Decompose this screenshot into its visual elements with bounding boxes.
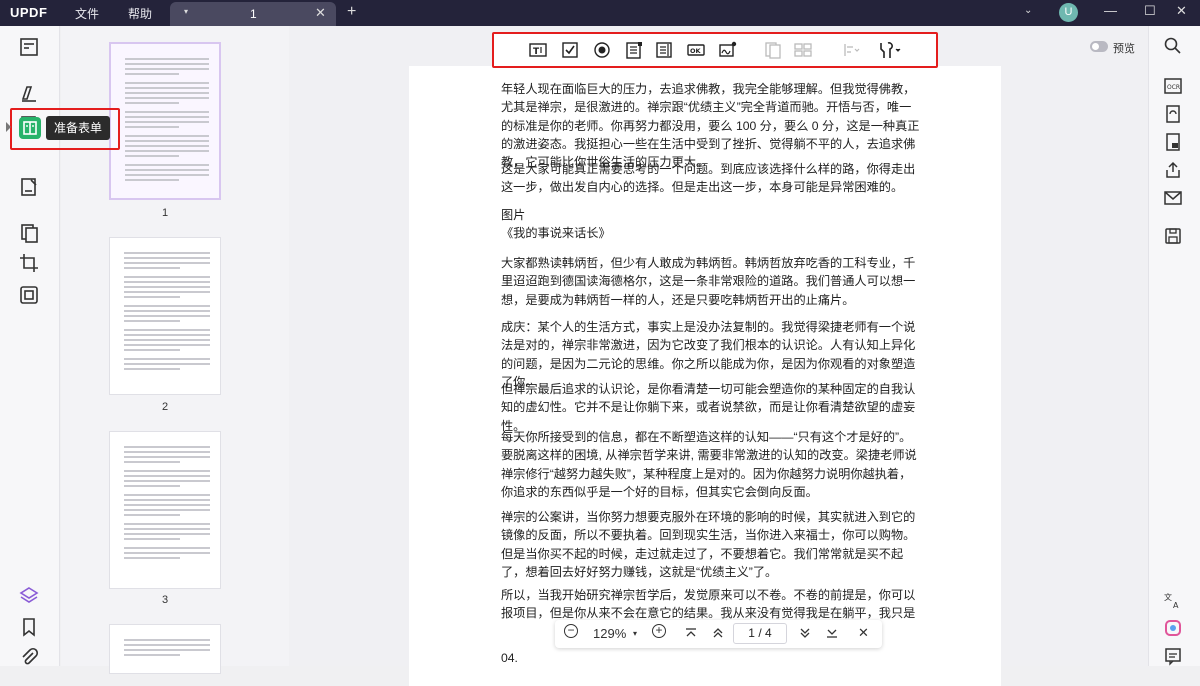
maximize-button[interactable]: ☐ (1144, 3, 1156, 19)
form-tools-icon[interactable] (878, 41, 904, 59)
radio-button-icon[interactable] (593, 41, 611, 59)
tools-icon[interactable] (18, 284, 40, 306)
menu-file[interactable]: 文件 (75, 5, 99, 22)
comment-list-icon[interactable] (1163, 646, 1183, 666)
svg-text:OK: OK (690, 47, 702, 55)
svg-text:文: 文 (1164, 592, 1172, 602)
paragraph: 年轻人现在面临巨大的压力，去追求佛教，我完全能够理解。但我觉得佛教，尤其是禅宗，… (501, 82, 920, 170)
attachment-icon[interactable] (18, 646, 40, 668)
align-grid-icon[interactable] (794, 41, 812, 59)
minimize-button[interactable]: — (1104, 3, 1117, 18)
right-toolbar: OCR 文A (1148, 26, 1200, 666)
dropdown-field-icon[interactable] (625, 41, 643, 59)
form-toolbar: T OK (492, 32, 938, 68)
signature-field-icon[interactable] (719, 41, 737, 59)
thumbnail-number: 2 (161, 401, 169, 413)
button-field-icon[interactable]: OK (687, 41, 705, 59)
page-number-input[interactable]: 1 / 4 (733, 623, 787, 644)
thumbnail-page-3[interactable] (109, 431, 221, 589)
new-tab-button[interactable]: + (347, 3, 356, 21)
svg-text:A: A (1173, 601, 1179, 610)
zoom-in-button[interactable]: + (652, 624, 666, 638)
previous-page-icon[interactable] (712, 627, 724, 639)
paragraph: 这是大家可能真正需要思考的一个问题。到底应该选择什么样的路，你得走出这一步，做出… (501, 162, 916, 195)
checkbox-icon[interactable] (561, 41, 579, 59)
translate-icon[interactable]: 文A (1163, 590, 1183, 610)
window-close-button[interactable]: ✕ (1176, 3, 1187, 19)
zoom-dropdown-icon[interactable]: ▾ (633, 629, 637, 638)
document-area: 年轻人现在面临巨大的压力，去追求佛教，我完全能够理解。但我觉得佛教，尤其是禅宗，… (289, 26, 1148, 686)
align-dropdown-icon[interactable] (842, 41, 860, 59)
pdf-page: 年轻人现在面临巨大的压力，去追求佛教，我完全能够理解。但我觉得佛教，尤其是禅宗，… (409, 66, 1001, 686)
crop-icon[interactable] (18, 252, 40, 274)
list-box-icon[interactable] (655, 41, 673, 59)
paragraph: 每天你所接受到的信息，都在不断塑造这样的认知——“只有这个才是好的”。要脱离这样… (501, 430, 917, 499)
page-separator: / (758, 626, 762, 640)
share-icon[interactable] (1163, 160, 1183, 180)
prepare-form-icon[interactable] (19, 117, 41, 139)
bookmark-icon[interactable] (18, 616, 40, 638)
zoom-out-button[interactable]: − (564, 624, 578, 638)
prepare-form-tooltip: 准备表单 (46, 116, 111, 140)
paragraph: 04. (501, 651, 518, 665)
save-icon[interactable] (1163, 226, 1183, 246)
text-field-icon[interactable]: T (529, 41, 547, 59)
total-pages: 4 (765, 626, 772, 640)
duplicate-field-icon[interactable] (764, 41, 782, 59)
tab-close-icon[interactable]: ✕ (315, 5, 326, 21)
avatar[interactable]: U (1059, 3, 1078, 22)
paragraph: 《我的事说来话长》 (501, 226, 611, 240)
current-page: 1 (748, 626, 755, 640)
search-icon[interactable] (1163, 36, 1183, 56)
first-page-icon[interactable] (685, 627, 697, 639)
convert-icon[interactable] (1163, 104, 1183, 124)
app-logo: UPDF (10, 5, 48, 20)
thumbnail-page-1[interactable] (109, 42, 221, 200)
svg-text:OCR: OCR (1167, 84, 1180, 91)
menu-help[interactable]: 帮助 (128, 5, 152, 22)
tab-title: 1 (250, 7, 257, 21)
zoom-level[interactable]: 129% (593, 626, 626, 641)
paragraph: 大家都熟读韩炳哲，但少有人敢成为韩炳哲。韩炳哲放弃吃香的工科专业，千里迢迢跑到德… (501, 256, 916, 307)
protect-icon[interactable] (1163, 132, 1183, 152)
title-bar: UPDF 文件 帮助 ▾ 1 ✕ + ⌄ U — ☐ ✕ (0, 0, 1200, 26)
ai-assistant-icon[interactable] (1163, 618, 1183, 638)
preview-toggle[interactable] (1090, 41, 1108, 52)
thumbnail-number: 1 (161, 207, 169, 219)
preview-label: 预览 (1113, 43, 1135, 55)
close-navigation-button[interactable]: ✕ (858, 625, 869, 641)
thumbnail-page-4[interactable] (109, 624, 221, 674)
last-page-icon[interactable] (826, 627, 838, 639)
paragraph: 但禅宗最后追求的认识论，是你看清楚一切可能会塑造你的某种固定的自我认知的虚幻性。… (501, 382, 916, 433)
page-navigation-bar: − 129% ▾ + 1 / 4 ✕ (555, 620, 882, 648)
ocr-icon[interactable]: OCR (1163, 76, 1183, 96)
active-indicator (6, 122, 11, 132)
svg-text:T: T (533, 47, 540, 57)
email-icon[interactable] (1163, 188, 1183, 208)
tab-dropdown-icon[interactable]: ▾ (184, 7, 188, 16)
layers-icon[interactable] (18, 584, 40, 606)
comment-icon[interactable] (18, 82, 40, 104)
thumbnail-number: 3 (161, 594, 169, 606)
chevron-down-icon[interactable]: ⌄ (1024, 5, 1032, 16)
reader-icon[interactable] (18, 36, 40, 58)
paragraph: 图片 (501, 208, 526, 222)
fill-sign-icon[interactable] (18, 176, 40, 198)
paragraph: 禅宗的公案讲，当你努力想要克服外在环境的影响的时候，其实就进入到它的镜像的反面，… (501, 510, 916, 579)
organize-pages-icon[interactable] (18, 222, 40, 244)
next-page-icon[interactable] (799, 627, 811, 639)
document-tab[interactable]: ▾ 1 ✕ (170, 2, 336, 26)
paragraph: 所以，当我开始研究禅宗哲学后，发觉原来可以不卷。不卷的前提是，你可以报项目，但是… (501, 588, 916, 621)
thumbnail-page-2[interactable] (109, 237, 221, 395)
